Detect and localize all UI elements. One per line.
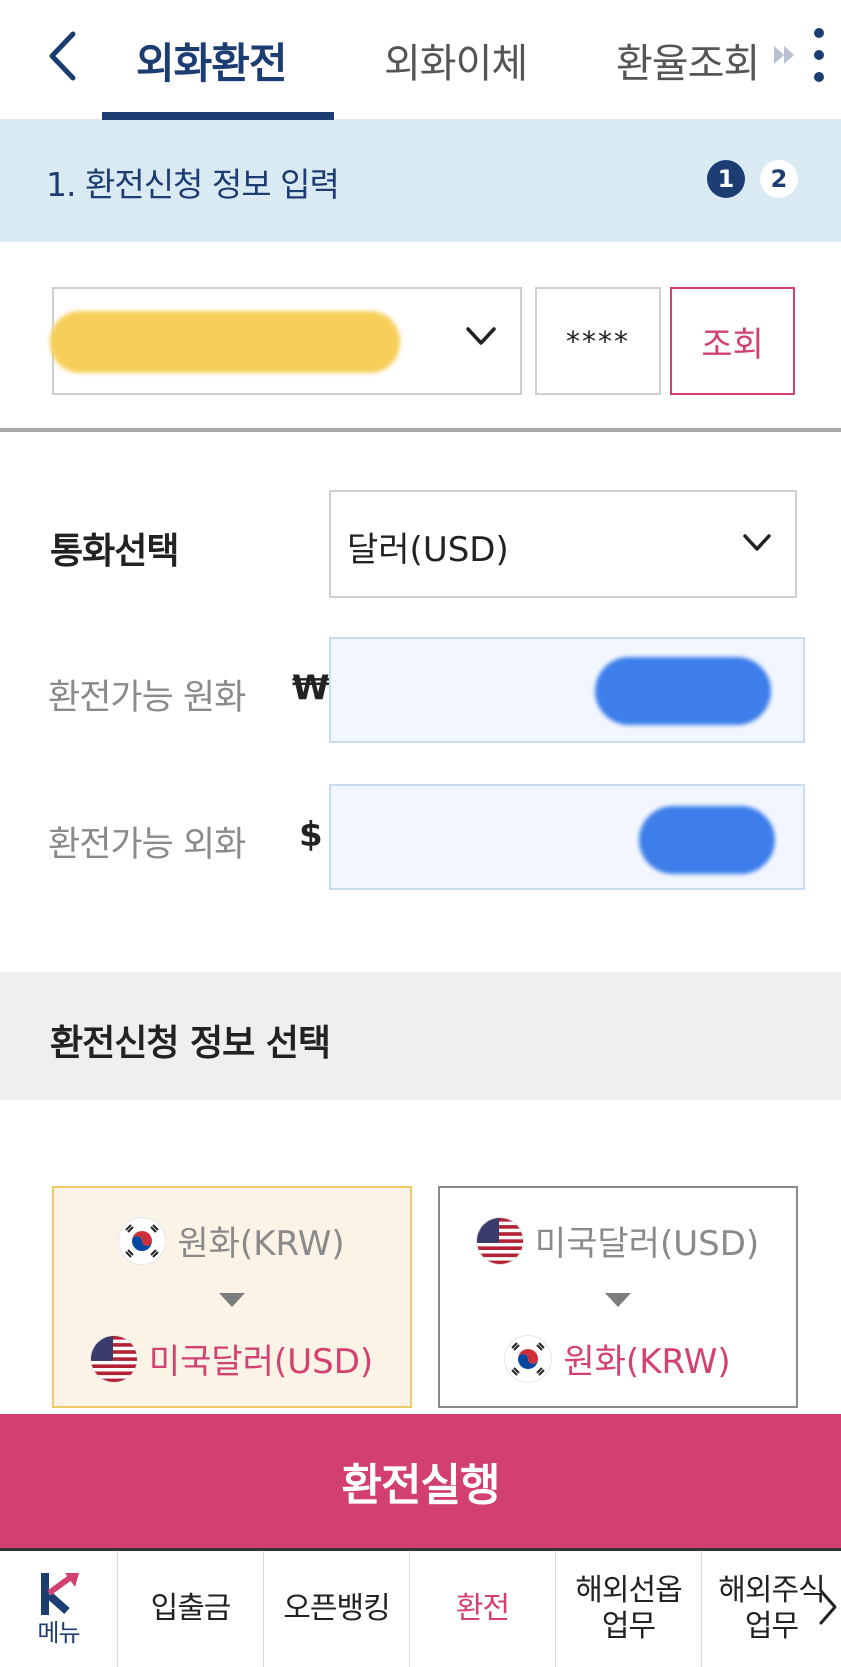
card-from-row: 원화(KRW) <box>54 1216 410 1265</box>
nav-label: 환전 <box>455 1591 510 1626</box>
chevron-down-icon <box>743 534 771 551</box>
card-from-label: 미국달러(USD) <box>534 1224 760 1264</box>
card-to-label: 원화(KRW) <box>563 1342 731 1382</box>
redacted-account-number <box>50 311 400 373</box>
section-header: 환전신청 정보 선택 <box>0 972 841 1100</box>
active-tab-indicator <box>102 112 334 120</box>
nav-label-line1: 해외주식 <box>718 1573 825 1608</box>
card-to-row: 원화(KRW) <box>440 1334 796 1383</box>
card-to-row: 미국달러(USD) <box>54 1334 410 1383</box>
nav-label-line2: 업무 <box>601 1609 656 1644</box>
available-fx-label: 환전가능 외화 <box>48 825 246 865</box>
currency-select[interactable]: 달러(USD) <box>329 490 797 598</box>
back-chevron-icon[interactable] <box>42 28 82 84</box>
exchange-option-usd-to-krw[interactable]: 미국달러(USD) 원화(KRW) <box>438 1186 798 1408</box>
step-indicator-next: 2 <box>760 160 798 198</box>
chevron-down-icon <box>466 327 496 345</box>
tab-exchange-rate[interactable]: 환율조회 <box>616 30 760 90</box>
available-krw-amount <box>329 637 805 743</box>
korea-flag-icon <box>119 1217 166 1264</box>
divider <box>0 428 841 432</box>
redacted-amount <box>595 657 771 725</box>
nav-label: 오픈뱅킹 <box>283 1591 390 1626</box>
card-from-label: 원화(KRW) <box>177 1224 345 1264</box>
tab-fx-exchange[interactable]: 외화환전 <box>136 30 288 90</box>
step-title: 1. 환전신청 정보 입력 <box>46 165 340 204</box>
card-to-label: 미국달러(USD) <box>148 1342 374 1382</box>
nav-menu-label: 메뉴 <box>37 1618 80 1647</box>
us-flag-icon <box>90 1335 137 1382</box>
kebab-menu-icon[interactable] <box>812 28 826 82</box>
nav-scroll-chevron-icon[interactable] <box>815 1587 839 1627</box>
available-krw-label: 환전가능 원화 <box>48 678 246 718</box>
krw-symbol: ₩ <box>292 668 330 708</box>
nav-exchange[interactable]: 환전 <box>410 1551 556 1667</box>
inquiry-button[interactable]: 조회 <box>670 287 795 395</box>
account-select[interactable] <box>50 287 522 395</box>
nav-label-line2: 업무 <box>744 1609 799 1644</box>
more-tabs-arrow-icon[interactable] <box>772 44 798 72</box>
korea-flag-icon <box>505 1335 552 1382</box>
app-logo-icon <box>40 1572 79 1615</box>
currency-label: 통화선택 <box>50 531 179 572</box>
section-title: 환전신청 정보 선택 <box>50 1023 331 1064</box>
nav-label: 입출금 <box>150 1591 232 1626</box>
nav-open-banking[interactable]: 오픈뱅킹 <box>264 1551 410 1667</box>
us-flag-icon <box>476 1217 523 1264</box>
available-fx-amount <box>329 784 805 890</box>
nav-overseas-futures[interactable]: 해외선옵 업무 <box>556 1551 702 1667</box>
nav-overseas-stocks[interactable]: 해외주식 업무 <box>702 1551 841 1667</box>
usd-symbol: $ <box>299 815 323 855</box>
step-indicator-current: 1 <box>707 160 745 198</box>
down-arrow-icon <box>605 1293 631 1307</box>
nav-deposit-withdraw[interactable]: 입출금 <box>118 1551 264 1667</box>
down-arrow-icon <box>219 1293 245 1307</box>
step-header: 1. 환전신청 정보 입력 1 2 <box>0 120 841 242</box>
bottom-nav: 메뉴 입출금 오픈뱅킹 환전 해외선옵 업무 해외주식 업무 <box>0 1548 841 1667</box>
currency-select-value: 달러(USD) <box>347 530 509 570</box>
execute-exchange-button[interactable]: 환전실행 <box>0 1414 841 1548</box>
tab-fx-transfer[interactable]: 외화이체 <box>384 30 528 90</box>
exchange-option-krw-to-usd[interactable]: 원화(KRW) 미국달러(USD) <box>52 1186 412 1408</box>
top-tab-bar: 외화환전 외화이체 환율조회 <box>0 0 841 120</box>
redacted-amount <box>639 806 775 874</box>
nav-menu-button[interactable]: 메뉴 <box>0 1551 118 1667</box>
card-from-row: 미국달러(USD) <box>440 1216 796 1265</box>
nav-label-line1: 해외선옵 <box>575 1573 682 1608</box>
password-field[interactable]: **** <box>535 287 661 395</box>
